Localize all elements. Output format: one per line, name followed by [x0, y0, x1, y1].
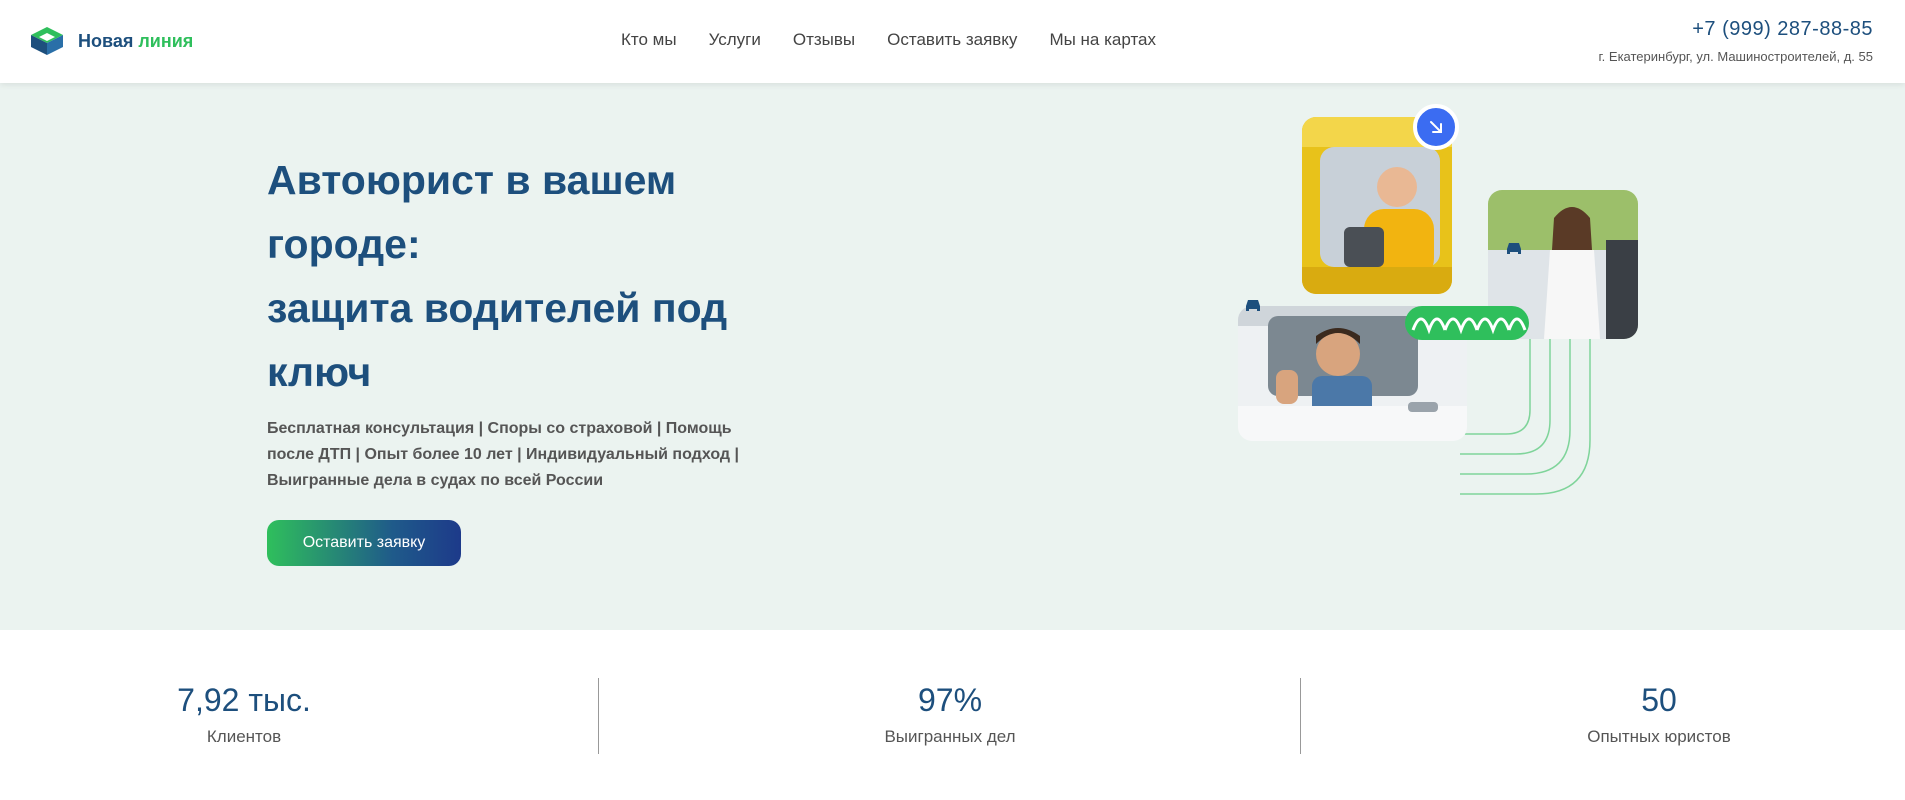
header-contacts: +7 (999) 287-88-85 г. Екатеринбург, ул. … [1599, 18, 1873, 64]
hero-title: Автоюрист в вашем городе: защита водител… [267, 148, 787, 404]
stat-divider [598, 678, 599, 754]
stat-value: 50 [1641, 682, 1677, 718]
car-icon [1243, 296, 1263, 319]
stats-section: 7,92 тыс. Клиентов 97% Выигранных дел 50… [0, 630, 1905, 800]
hero-title-line: Автоюрист в вашем [267, 157, 677, 203]
phone-link[interactable]: +7 (999) 287-88-85 [1599, 18, 1873, 41]
site-header: Новая линия Кто мы Услуги Отзывы Оставит… [0, 0, 1905, 83]
hero-subtitle: Бесплатная консультация | Споры со страх… [267, 420, 739, 489]
logo[interactable]: Новая линия [30, 26, 193, 56]
nav-link-about[interactable]: Кто мы [621, 30, 677, 50]
hero-title-line: ключ [267, 349, 372, 395]
logo-cube-icon [31, 27, 63, 55]
address-text: г. Екатеринбург, ул. Машиностроителей, д… [1598, 49, 1873, 64]
stat-divider [1300, 678, 1301, 754]
stat-value: 7,92 тыс. [177, 682, 311, 718]
nav-link-request[interactable]: Оставить заявку [887, 30, 1017, 50]
logo-text-part2: линия [138, 30, 194, 51]
hero-title-line: защита водителей под [267, 285, 728, 331]
logo-text-part1: Новая [78, 30, 134, 51]
arrow-down-right-icon[interactable] [1413, 104, 1459, 150]
nav-link-maps[interactable]: Мы на картах [1049, 30, 1156, 50]
car-icon [1504, 239, 1524, 262]
decorative-lines [1460, 330, 1591, 495]
stat-label: Клиентов [206, 727, 282, 746]
decorative-pill [1405, 306, 1529, 340]
nav-link-reviews[interactable]: Отзывы [793, 30, 855, 50]
stat-lawyers: 50 Опытных юристов [1568, 682, 1750, 747]
hero-section: Автоюрист в вашем городе: защита водител… [0, 83, 1905, 630]
nav-link-services[interactable]: Услуги [709, 30, 761, 50]
stat-label: Опытных юристов [1587, 727, 1731, 746]
stat-value: 97% [917, 682, 983, 718]
hero-title-line: городе: [267, 221, 421, 267]
main-nav: Кто мы Услуги Отзывы Оставить заявку Мы … [621, 30, 1156, 50]
stat-won-cases: 97% Выигранных дел [850, 682, 1050, 747]
stat-label: Выигранных дел [884, 727, 1016, 746]
stat-clients: 7,92 тыс. Клиентов [160, 682, 328, 747]
request-button[interactable]: Оставить заявку [267, 520, 461, 566]
logo-text: Новая линия [78, 31, 193, 52]
